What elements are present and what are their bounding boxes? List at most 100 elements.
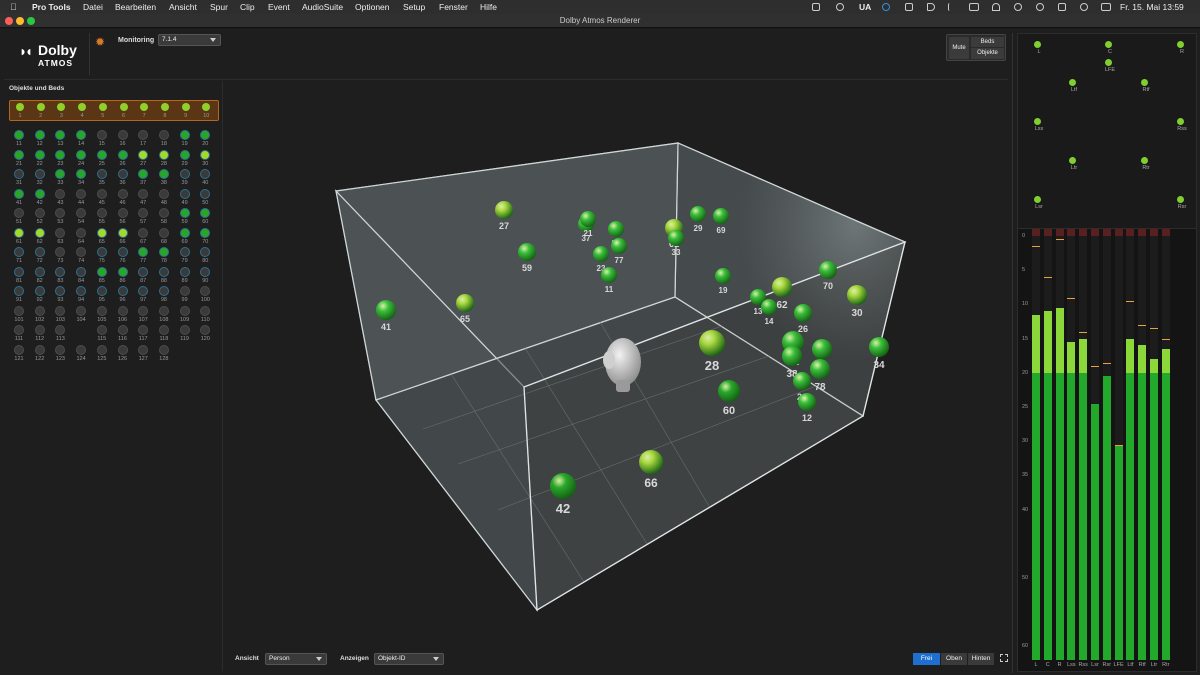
object-slot[interactable]: 102 [32, 305, 48, 324]
bed-channel[interactable]: 10 [198, 101, 214, 120]
object-slot[interactable]: 71 [11, 246, 27, 265]
fullscreen-icon[interactable] [1000, 654, 1008, 662]
object-slot[interactable]: 44 [73, 188, 89, 207]
object-sphere[interactable] [793, 372, 811, 390]
bed-channel[interactable]: 8 [157, 101, 173, 120]
menu-audiosuite[interactable]: AudioSuite [302, 0, 343, 14]
bed-channel[interactable]: 7 [136, 101, 152, 120]
object-slot[interactable]: 90 [197, 266, 213, 285]
object-slot[interactable]: 59 [177, 207, 193, 226]
object-slot[interactable]: 28 [156, 149, 172, 168]
object-sphere[interactable] [810, 359, 830, 379]
object-slot[interactable]: 48 [156, 188, 172, 207]
object-slot[interactable]: 105 [94, 305, 110, 324]
object-sphere[interactable] [456, 294, 474, 312]
3d-room-viewport[interactable]: 2759372185772311613329694165191314622670… [223, 80, 1012, 670]
keyboard-layout-icon[interactable] [969, 3, 979, 11]
object-slot[interactable]: 58 [156, 207, 172, 226]
object-slot[interactable]: 75 [94, 246, 110, 265]
object-slot[interactable]: 11 [11, 129, 27, 148]
object-slot[interactable]: 91 [11, 285, 27, 304]
object-slot[interactable]: 26 [115, 149, 131, 168]
object-slot[interactable]: 112 [32, 324, 48, 343]
object-slot[interactable]: 54 [73, 207, 89, 226]
object-sphere[interactable] [550, 473, 576, 499]
object-slot[interactable]: 35 [94, 168, 110, 187]
object-sphere[interactable] [715, 268, 731, 284]
object-slot[interactable]: 125 [94, 344, 110, 363]
object-sphere[interactable] [593, 246, 609, 262]
object-slot[interactable]: 106 [115, 305, 131, 324]
object-slot[interactable]: 73 [52, 246, 68, 265]
object-slot[interactable]: 45 [94, 188, 110, 207]
object-slot[interactable]: 55 [94, 207, 110, 226]
object-slot[interactable]: 86 [115, 266, 131, 285]
object-slot[interactable]: 27 [135, 149, 151, 168]
menu-bearbeiten[interactable]: Bearbeiten [115, 0, 156, 14]
clock-icon[interactable] [1036, 3, 1044, 11]
audio-status-icon[interactable] [836, 3, 844, 11]
object-sphere[interactable] [668, 230, 684, 246]
object-slot[interactable]: 20 [197, 129, 213, 148]
object-slot[interactable]: 43 [52, 188, 68, 207]
object-slot[interactable]: 15 [94, 129, 110, 148]
object-slot[interactable]: 19 [177, 129, 193, 148]
bed-channel[interactable]: 1 [12, 101, 28, 120]
object-slot[interactable]: 115 [94, 324, 110, 343]
object-slot[interactable]: 42 [32, 188, 48, 207]
object-sphere[interactable] [782, 346, 802, 366]
object-slot[interactable]: 30 [197, 149, 213, 168]
object-slot[interactable]: 94 [73, 285, 89, 304]
view-rear-button[interactable]: Hinten [968, 653, 994, 665]
bed-channel[interactable]: 9 [178, 101, 194, 120]
object-slot[interactable]: 83 [52, 266, 68, 285]
object-slot[interactable]: 31 [11, 168, 27, 187]
volume-icon[interactable] [927, 3, 935, 11]
object-slot[interactable]: 118 [156, 324, 172, 343]
eject-icon[interactable] [1058, 3, 1066, 11]
object-slot[interactable]: 23 [52, 149, 68, 168]
object-slot[interactable]: 14 [73, 129, 89, 148]
object-slot[interactable]: 117 [135, 324, 151, 343]
object-slot[interactable]: 113 [52, 324, 68, 343]
object-slot[interactable]: 49 [177, 188, 193, 207]
object-slot[interactable]: 37 [135, 168, 151, 187]
menu-fenster[interactable]: Fenster [439, 0, 468, 14]
object-sphere[interactable] [713, 208, 729, 224]
object-slot[interactable]: 123 [52, 344, 68, 363]
object-slot[interactable]: 74 [73, 246, 89, 265]
object-sphere[interactable] [690, 206, 706, 222]
object-slot[interactable]: 81 [11, 266, 27, 285]
sync-icon[interactable] [882, 3, 890, 11]
object-slot[interactable]: 107 [135, 305, 151, 324]
control-center-icon[interactable] [1101, 3, 1111, 11]
object-slot[interactable]: 108 [156, 305, 172, 324]
object-slot[interactable]: 103 [52, 305, 68, 324]
wifi-icon[interactable] [992, 3, 1000, 11]
bed-channel[interactable]: 5 [95, 101, 111, 120]
object-slot[interactable]: 127 [135, 344, 151, 363]
object-slot[interactable]: 24 [73, 149, 89, 168]
object-slot[interactable]: 119 [177, 324, 193, 343]
object-slot[interactable]: 93 [52, 285, 68, 304]
object-slot[interactable]: 60 [197, 207, 213, 226]
menu-event[interactable]: Event [268, 0, 290, 14]
object-slot[interactable]: 99 [177, 285, 193, 304]
window-icon[interactable] [905, 3, 913, 11]
object-slot[interactable]: 67 [135, 227, 151, 246]
bed-channel[interactable]: 6 [116, 101, 132, 120]
object-slot[interactable]: 13 [52, 129, 68, 148]
menu-spur[interactable]: Spur [210, 0, 228, 14]
object-sphere[interactable] [699, 330, 725, 356]
menu-app-name[interactable]: Pro Tools [32, 0, 71, 14]
object-slot[interactable]: 40 [197, 168, 213, 187]
keyboard-input-indicator[interactable]: UA [859, 0, 871, 14]
object-slot[interactable]: 70 [197, 227, 213, 246]
object-sphere[interactable] [518, 243, 536, 261]
object-slot[interactable]: 95 [94, 285, 110, 304]
bed-channel[interactable]: 4 [74, 101, 90, 120]
object-sphere[interactable] [601, 267, 617, 283]
object-slot[interactable]: 51 [11, 207, 27, 226]
object-slot[interactable]: 79 [177, 246, 193, 265]
object-slot[interactable]: 126 [115, 344, 131, 363]
